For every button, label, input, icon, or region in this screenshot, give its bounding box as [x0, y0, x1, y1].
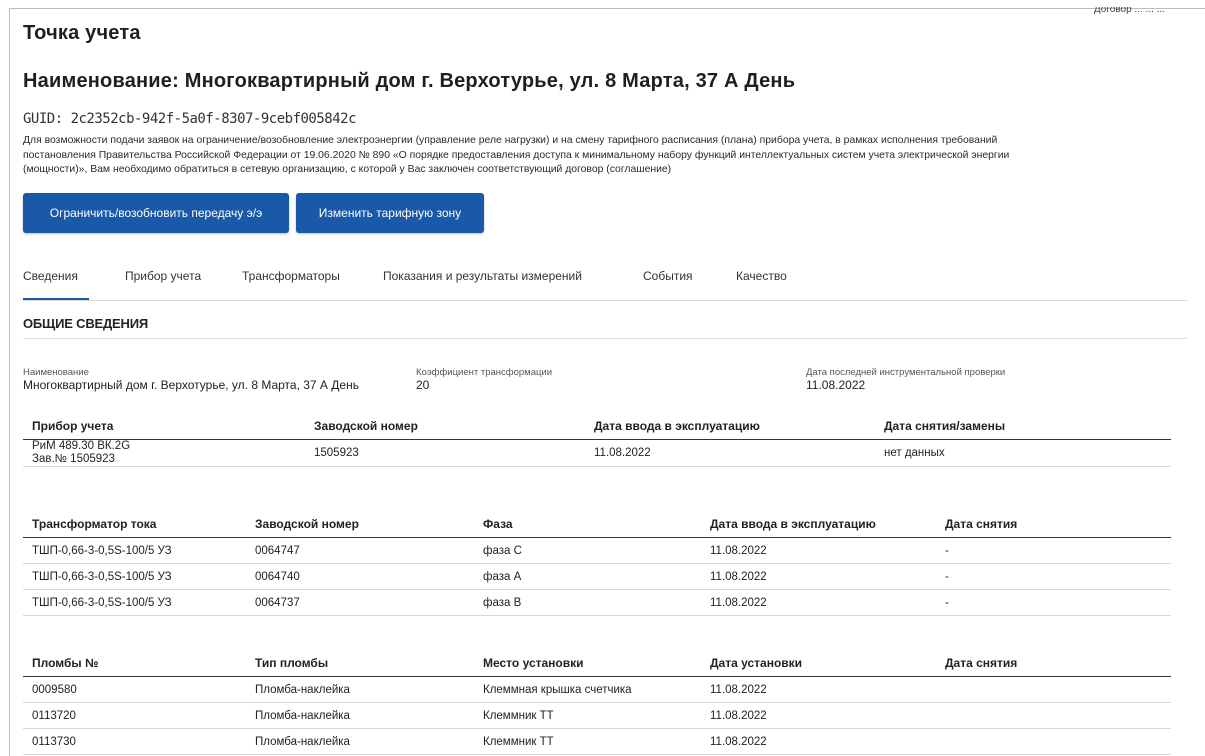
- info-name-value: Многоквартирный дом г. Верхотурье, ул. 8…: [23, 378, 359, 392]
- tab-bar: Сведения Прибор учета Трансформаторы Пок…: [23, 269, 1188, 301]
- active-tab-indicator: [23, 298, 89, 300]
- meter-serial-label: Зав.№ 1505923: [32, 453, 115, 465]
- table-cell: нет данных: [884, 439, 1171, 467]
- table-cell: 11.08.2022: [710, 728, 945, 755]
- section-title: ОБЩИЕ СВЕДЕНИЯ: [23, 316, 148, 331]
- column-header: Прибор учета: [23, 413, 314, 440]
- tab-readings[interactable]: Показания и результаты измерений: [383, 269, 582, 283]
- table-row: 0009580 Пломба-наклейка Клеммная крышка …: [23, 676, 1171, 703]
- column-header: Место установки: [483, 650, 710, 677]
- table-row: ТШП-0,66-3-0,5S-100/5 УЗ 0064740 фаза А …: [23, 563, 1171, 590]
- column-header: Дата установки: [710, 650, 945, 677]
- table-row: РиМ 489.30 ВК.2G Зав.№ 1505923 1505923 1…: [23, 439, 1171, 467]
- table-cell: [945, 676, 1171, 703]
- table-cell: ТШП-0,66-3-0,5S-100/5 УЗ: [23, 537, 255, 564]
- column-header: Заводской номер: [314, 413, 594, 440]
- table-cell: 0113720: [23, 702, 255, 729]
- info-last-check: Дата последней инструментальной проверки…: [806, 367, 1005, 393]
- table-cell: 11.08.2022: [710, 702, 945, 729]
- table-cell: -: [945, 589, 1171, 616]
- section-divider: [23, 338, 1188, 339]
- column-header: Трансформатор тока: [23, 511, 255, 538]
- table-cell: Клеммник ТТ: [483, 728, 710, 755]
- page-frame: Договор ... ... ... Точка учета Наименов…: [9, 7, 1205, 756]
- table-cell: -: [945, 563, 1171, 590]
- table-cell: 0064747: [255, 537, 483, 564]
- table-cell: Клеммник ТТ: [483, 702, 710, 729]
- limit-supply-button[interactable]: Ограничить/возобновить передачу э/э: [23, 193, 289, 233]
- info-last-check-label: Дата последней инструментальной проверки: [806, 367, 1006, 378]
- tab-quality[interactable]: Качество: [736, 269, 787, 283]
- meter-model: РиМ 489.30 ВК.2G: [32, 440, 131, 452]
- table-cell: 0064740: [255, 563, 483, 590]
- guid-text: GUID: 2c2352cb-942f-5a0f-8307-9cebf00584…: [23, 111, 357, 127]
- column-header: Тип пломбы: [255, 650, 483, 677]
- column-header: Дата снятия: [945, 511, 1171, 538]
- meter-device-cell: РиМ 489.30 ВК.2G Зав.№ 1505923: [23, 439, 314, 467]
- table-cell: 11.08.2022: [710, 676, 945, 703]
- object-title: Наименование: Многоквартирный дом г. Вер…: [23, 70, 796, 92]
- notice-line: Для возможности подачи заявок на огранич…: [23, 135, 998, 146]
- table-cell: фаза В: [483, 589, 710, 616]
- column-header: Дата снятия/замены: [884, 413, 1171, 440]
- tab-events[interactable]: События: [643, 269, 693, 283]
- info-coefficient: Коэффициент трансформации 20: [416, 367, 552, 393]
- column-header: Дата снятия: [945, 650, 1171, 677]
- table-cell: 11.08.2022: [710, 537, 945, 564]
- table-cell: -: [945, 537, 1171, 564]
- change-tariff-button[interactable]: Изменить тарифную зону: [296, 193, 484, 233]
- table-row: 0113730 Пломба-наклейка Клеммник ТТ 11.0…: [23, 728, 1171, 755]
- column-header: Пломбы №: [23, 650, 255, 677]
- notice-text: Для возможности подачи заявок на огранич…: [23, 134, 1183, 178]
- table-cell: [945, 702, 1171, 729]
- table-header-row: Пломбы № Тип пломбы Место установки Дата…: [23, 650, 1171, 677]
- table-cell: 0009580: [23, 676, 255, 703]
- column-header: Фаза: [483, 511, 710, 538]
- table-cell: [945, 728, 1171, 755]
- page-title: Точка учета: [23, 22, 141, 44]
- column-header: Дата ввода в эксплуатацию: [710, 511, 945, 538]
- table-cell: Клеммная крышка счетчика: [483, 676, 710, 703]
- column-header: Заводской номер: [255, 511, 483, 538]
- meter-table: Прибор учета Заводской номер Дата ввода …: [23, 413, 1171, 467]
- column-header: Дата ввода в эксплуатацию: [594, 413, 884, 440]
- table-cell: 11.08.2022: [710, 589, 945, 616]
- seals-table: Пломбы № Тип пломбы Место установки Дата…: [23, 650, 1171, 755]
- tab-transformers[interactable]: Трансформаторы: [242, 269, 340, 283]
- info-last-check-value: 11.08.2022: [806, 378, 866, 392]
- transformer-table: Трансформатор тока Заводской номер Фаза …: [23, 511, 1171, 616]
- table-cell: 0064737: [255, 589, 483, 616]
- table-row: 0113720 Пломба-наклейка Клеммник ТТ 11.0…: [23, 702, 1171, 729]
- table-header-row: Трансформатор тока Заводской номер Фаза …: [23, 511, 1171, 538]
- table-cell: 11.08.2022: [594, 439, 884, 467]
- table-cell: фаза С: [483, 537, 710, 564]
- info-coefficient-value: 20: [416, 378, 430, 392]
- table-cell: ТШП-0,66-3-0,5S-100/5 УЗ: [23, 589, 255, 616]
- table-cell: Пломба-наклейка: [255, 702, 483, 729]
- table-row: ТШП-0,66-3-0,5S-100/5 УЗ 0064737 фаза В …: [23, 589, 1171, 616]
- clipped-top-text: Договор ... ... ...: [1093, 7, 1165, 15]
- info-name: Наименование Многоквартирный дом г. Верх…: [23, 367, 359, 393]
- tab-meter[interactable]: Прибор учета: [125, 269, 201, 283]
- table-cell: 1505923: [314, 439, 594, 467]
- notice-line: (мощности)», Вам необходимо обратиться в…: [23, 164, 672, 176]
- table-row: ТШП-0,66-3-0,5S-100/5 УЗ 0064747 фаза С …: [23, 537, 1171, 564]
- tab-info[interactable]: Сведения: [23, 269, 78, 283]
- table-header-row: Прибор учета Заводской номер Дата ввода …: [23, 413, 1171, 440]
- info-name-label: Наименование: [23, 367, 89, 378]
- table-cell: 0113730: [23, 728, 255, 755]
- table-cell: ТШП-0,66-3-0,5S-100/5 УЗ: [23, 563, 255, 590]
- table-cell: фаза А: [483, 563, 710, 590]
- table-cell: Пломба-наклейка: [255, 728, 483, 755]
- table-cell: 11.08.2022: [710, 563, 945, 590]
- info-coefficient-label: Коэффициент трансформации: [416, 367, 553, 378]
- table-cell: Пломба-наклейка: [255, 676, 483, 703]
- notice-line: постановления Правительства Российской Ф…: [23, 149, 1010, 161]
